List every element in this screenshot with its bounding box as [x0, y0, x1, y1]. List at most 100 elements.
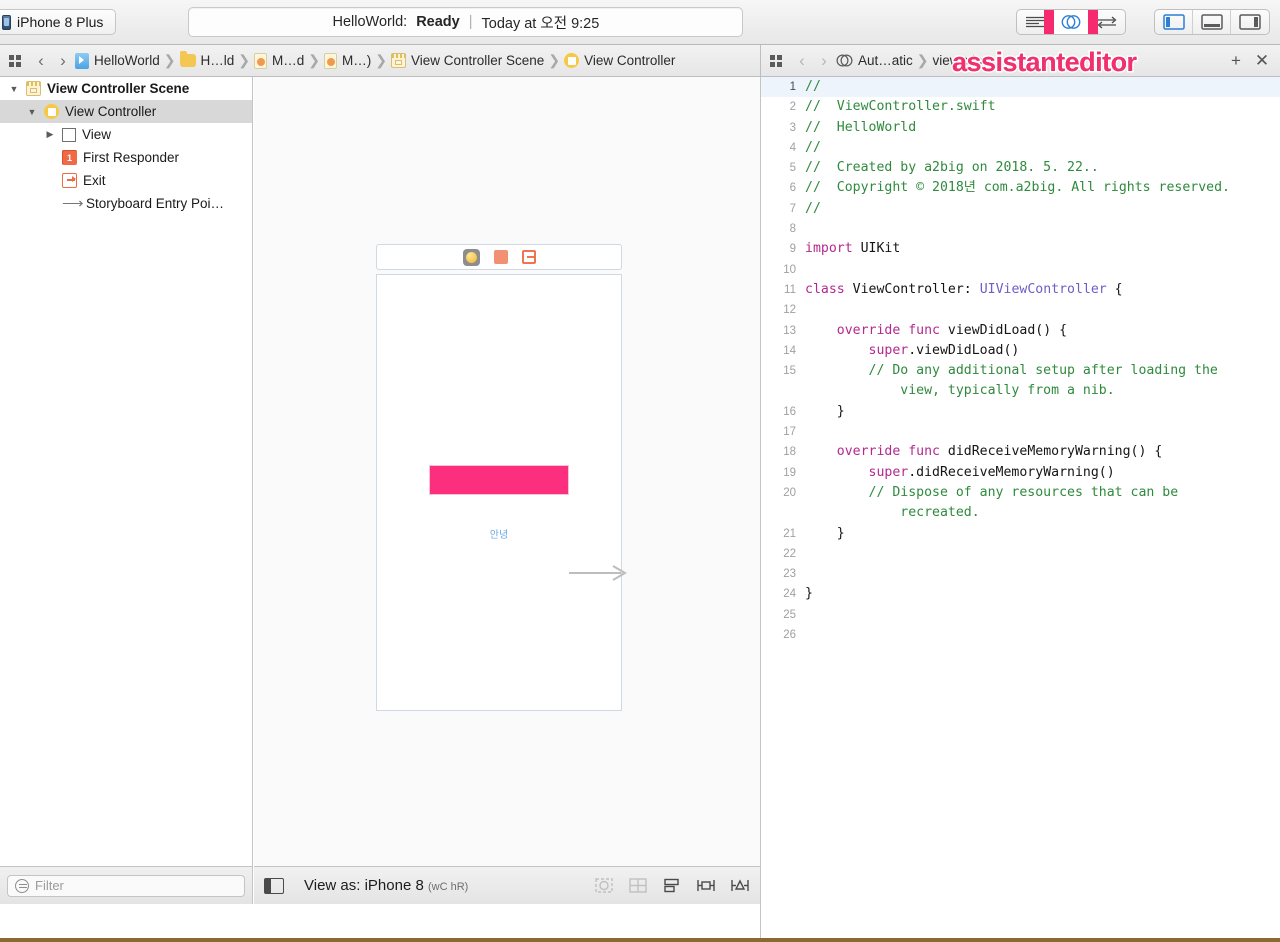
back-button-left[interactable]: ‹: [30, 51, 52, 71]
code-line[interactable]: 18 override func didReceiveMemoryWarning…: [761, 442, 1280, 462]
code-line[interactable]: 17: [761, 422, 1280, 442]
code-token: }: [805, 525, 845, 541]
breadcrumb-scene[interactable]: View Controller Scene: [390, 53, 545, 68]
assistant-editor-button[interactable]: [1044, 10, 1098, 34]
line-number: 17: [783, 426, 796, 439]
related-items-button-left[interactable]: [0, 54, 30, 67]
scene-dock: [376, 244, 622, 270]
align-icon[interactable]: [662, 877, 682, 894]
line-number: 20: [783, 486, 796, 499]
version-editor-icon: [1097, 16, 1117, 29]
add-editor-button[interactable]: +: [1224, 51, 1248, 71]
forward-button-right[interactable]: ›: [813, 51, 835, 71]
file-icon: [254, 52, 268, 69]
code-line[interactable]: 6 // Copyright © 2018년 com.a2big. All rig…: [761, 178, 1280, 198]
code-token: didReceiveMemoryWarning() {: [939, 444, 1163, 460]
code-line[interactable]: 1 //: [761, 77, 1280, 98]
assistant-editor-icon: [1061, 15, 1080, 29]
filter-input[interactable]: Filter: [7, 874, 245, 897]
breadcrumb-file-1[interactable]: M…d: [253, 52, 305, 69]
document-outline-toggle-button[interactable]: [264, 877, 284, 894]
breadcrumb-file-2[interactable]: M…): [323, 52, 372, 69]
code-line[interactable]: 26: [761, 625, 1280, 645]
code-token: UIKit: [852, 241, 901, 257]
code-text: //: [805, 77, 1280, 97]
line-number: 19: [783, 466, 796, 479]
outline-item-view-controller[interactable]: ▼ View Controller: [0, 100, 252, 123]
code-line[interactable]: 24}: [761, 584, 1280, 604]
code-line[interactable]: 19 super.didReceiveMemoryWarning(): [761, 463, 1280, 483]
code-line[interactable]: 9 import UIKit: [761, 239, 1280, 259]
line-number: 26: [783, 629, 796, 642]
outline-item-view[interactable]: ▶ View: [0, 123, 252, 146]
code-line[interactable]: 15 // Do any additional setup after load…: [761, 361, 1280, 381]
code-line[interactable]: 10: [761, 260, 1280, 280]
code-line[interactable]: 20 // Dispose of any resources that can …: [761, 483, 1280, 503]
line-number: 18: [783, 446, 796, 459]
code-line[interactable]: 25: [761, 605, 1280, 625]
disclosure-triangle-icon[interactable]: ▼: [8, 84, 20, 94]
debug-toggle-button[interactable]: [1193, 10, 1231, 34]
disclosure-triangle-icon[interactable]: ▶: [44, 129, 56, 140]
related-items-icon: [9, 54, 21, 67]
breadcrumb-project[interactable]: HelloWorld: [74, 52, 161, 69]
line-number: 24: [783, 588, 796, 601]
code-line[interactable]: 7 //: [761, 199, 1280, 219]
status-project: HelloWorld:: [332, 14, 408, 30]
exit-dock-icon[interactable]: [521, 250, 536, 264]
update-frames-icon[interactable]: [594, 877, 614, 894]
outline-item-label: View Controller: [65, 104, 157, 119]
forward-button-left[interactable]: ›: [52, 51, 74, 71]
back-button-right[interactable]: ‹: [791, 51, 813, 71]
code-line[interactable]: 23: [761, 564, 1280, 584]
code-token: //: [805, 139, 821, 155]
outline-item-storyboard-entry-point[interactable]: ▶ ⟶ Storyboard Entry Poi…: [0, 192, 252, 215]
code-line[interactable]: 21 }: [761, 524, 1280, 544]
code-line[interactable]: 4 //: [761, 138, 1280, 158]
outline-item-exit[interactable]: ▶ Exit: [0, 169, 252, 192]
outline-item-view-controller-scene[interactable]: ▼ View Controller Scene: [0, 77, 252, 100]
close-editor-button[interactable]: ✕: [1250, 51, 1274, 71]
source-code-editor[interactable]: 1 // 2 // ViewController.swift 3 // HelloWorl…: [760, 77, 1280, 942]
code-line[interactable]: 14 super.viewDidLoad(): [761, 341, 1280, 361]
top-toolbar: iPhone 8 Plus HelloWorld: Ready | Today …: [0, 0, 1280, 45]
navigator-toggle-button[interactable]: [1155, 10, 1193, 34]
view-as-label[interactable]: View as: iPhone 8 (wC hR): [304, 877, 468, 894]
code-line[interactable]: 8: [761, 219, 1280, 239]
first-responder-dock-icon[interactable]: [493, 250, 508, 264]
code-line[interactable]: 12: [761, 300, 1280, 320]
breadcrumb-selection[interactable]: ction: [961, 53, 992, 68]
pin-icon[interactable]: [696, 877, 716, 894]
document-outline[interactable]: ▼ View Controller Scene ▼ View Controlle…: [0, 77, 253, 904]
code-line[interactable]: view, typically from a nib.: [761, 381, 1280, 401]
breadcrumb-view[interactable]: view: [932, 53, 961, 68]
embed-in-icon[interactable]: [628, 877, 648, 894]
resolve-auto-layout-icon[interactable]: [730, 877, 750, 894]
view-controller-canvas-frame[interactable]: 안녕: [376, 274, 622, 711]
code-line[interactable]: 22: [761, 544, 1280, 564]
code-line[interactable]: 16 }: [761, 402, 1280, 422]
view-controller-dock-icon[interactable]: [462, 248, 480, 266]
code-text: // Dispose of any resources that can be: [805, 483, 1280, 503]
breadcrumb-folder[interactable]: H…ld: [179, 51, 236, 68]
line-number: 9: [789, 243, 796, 256]
jumpbar-right-actions: + ✕: [1224, 51, 1280, 71]
code-line[interactable]: 5 // Created by a2big on 2018. 5. 22..: [761, 158, 1280, 178]
code-line[interactable]: 3 // HelloWorld: [761, 118, 1280, 138]
disclosure-triangle-icon[interactable]: ▼: [26, 107, 38, 117]
line-number: 3: [789, 121, 796, 134]
scheme-selector[interactable]: iPhone 8 Plus: [0, 9, 117, 35]
code-line[interactable]: 11 class ViewController: UIViewController…: [761, 280, 1280, 300]
breadcrumb-automatic[interactable]: Aut…atic: [835, 53, 914, 68]
code-line[interactable]: 13 override func viewDidLoad() {: [761, 321, 1280, 341]
greeting-label[interactable]: 안녕: [377, 526, 621, 541]
storyboard-canvas[interactable]: 안녕: [254, 77, 760, 904]
outline-item-first-responder[interactable]: ▶ First Responder: [0, 146, 252, 169]
breadcrumb-view-controller[interactable]: View Controller: [563, 53, 676, 68]
assistant-editor-inner: [1053, 10, 1088, 34]
code-line[interactable]: 2 // ViewController.swift: [761, 97, 1280, 117]
code-line[interactable]: recreated.: [761, 503, 1280, 523]
related-items-button-right[interactable]: [761, 54, 791, 67]
utilities-toggle-button[interactable]: [1231, 10, 1269, 34]
navigator-pane-icon: [1162, 14, 1185, 30]
